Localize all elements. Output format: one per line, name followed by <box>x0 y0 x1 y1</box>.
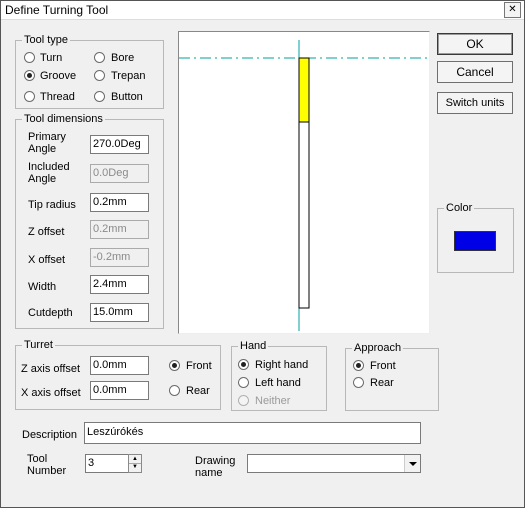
tool-type-title: Tool type <box>22 34 71 46</box>
color-swatch[interactable] <box>454 231 496 251</box>
z-axis-offset-field[interactable]: 0.0mm <box>90 356 149 375</box>
turret-group: Turret <box>15 339 221 410</box>
left-hand-radio[interactable] <box>238 377 249 388</box>
radio-trepan[interactable] <box>94 70 105 81</box>
description-label: Description <box>22 429 78 441</box>
radio-groove[interactable] <box>24 70 35 81</box>
drawing-name-label: Drawing name <box>195 455 236 479</box>
primary-angle-field[interactable]: 270.0Deg <box>90 135 149 154</box>
radio-bore[interactable] <box>94 52 105 63</box>
chevron-down-icon[interactable] <box>404 455 420 472</box>
approach-title: Approach <box>352 342 404 354</box>
tip-radius-label: Tip radius <box>28 199 76 211</box>
cutdepth-field[interactable]: 15.0mm <box>90 303 149 322</box>
primary-angle-label: Primary Angle <box>28 131 66 155</box>
left-hand-label: Left hand <box>255 377 301 389</box>
window-title: Define Turning Tool <box>5 3 109 17</box>
x-offset-label: X offset <box>28 254 66 266</box>
included-angle-label: Included Angle <box>28 161 70 185</box>
right-hand-label: Right hand <box>255 359 309 371</box>
width-label: Width <box>28 281 57 293</box>
tool-number-label: Tool Number <box>27 453 67 477</box>
x-axis-offset-field[interactable]: 0.0mm <box>90 381 149 400</box>
radio-turn-label: Turn <box>40 52 63 64</box>
radio-trepan-label: Trepan <box>111 70 146 82</box>
switch-units-button[interactable]: Switch units <box>437 92 513 114</box>
radio-button-label: Button <box>111 91 143 103</box>
turret-front-radio[interactable] <box>169 360 180 371</box>
description-field[interactable]: Leszúrókés <box>84 422 421 444</box>
x-axis-offset-label: X axis offset <box>21 387 81 399</box>
radio-button[interactable] <box>94 91 105 102</box>
radio-bore-label: Bore <box>111 52 135 64</box>
approach-rear-radio[interactable] <box>353 377 364 388</box>
tool-number-spinner[interactable]: ▲ ▼ <box>128 454 142 473</box>
radio-turn[interactable] <box>24 52 35 63</box>
tool-preview <box>178 31 430 334</box>
approach-rear-label: Rear <box>370 377 394 389</box>
turret-rear-label: Rear <box>186 385 210 397</box>
turret-front-label: Front <box>186 360 212 372</box>
close-icon: ✕ <box>508 4 517 15</box>
spin-down-icon[interactable]: ▼ <box>129 463 141 471</box>
color-title: Color <box>444 202 475 214</box>
radio-groove-label: Groove <box>40 70 77 82</box>
width-field[interactable]: 2.4mm <box>90 275 149 294</box>
approach-front-label: Front <box>370 360 396 372</box>
included-angle-field: 0.0Deg <box>90 164 149 183</box>
hand-title: Hand <box>238 340 269 352</box>
z-offset-label: Z offset <box>28 226 65 238</box>
tip-radius-field[interactable]: 0.2mm <box>90 193 149 212</box>
cutdepth-label: Cutdepth <box>28 307 73 319</box>
x-offset-field: -0.2mm <box>90 248 149 267</box>
z-offset-field: 0.2mm <box>90 220 149 239</box>
title-bar: Define Turning Tool ✕ <box>1 1 524 20</box>
turret-title: Turret <box>22 339 55 351</box>
tool-dimensions-title: Tool dimensions <box>22 113 105 125</box>
neither-radio <box>238 395 249 406</box>
cancel-button[interactable]: Cancel <box>437 61 513 83</box>
radio-thread-label: Thread <box>40 91 75 103</box>
ok-button[interactable]: OK <box>437 33 513 55</box>
neither-label: Neither <box>255 395 291 407</box>
drawing-name-dropdown[interactable] <box>247 454 421 473</box>
z-axis-offset-label: Z axis offset <box>21 363 81 375</box>
close-button[interactable]: ✕ <box>504 2 521 18</box>
tool-number-field[interactable]: 3 <box>85 454 129 473</box>
radio-thread[interactable] <box>24 91 35 102</box>
tool-tip-marker <box>298 57 310 123</box>
tool-preview-drawing <box>179 40 429 331</box>
approach-front-radio[interactable] <box>353 360 364 371</box>
turret-rear-radio[interactable] <box>169 385 180 396</box>
right-hand-radio[interactable] <box>238 359 249 370</box>
define-turning-tool-dialog: Define Turning Tool ✕ Tool type Turn Bor… <box>0 0 525 508</box>
